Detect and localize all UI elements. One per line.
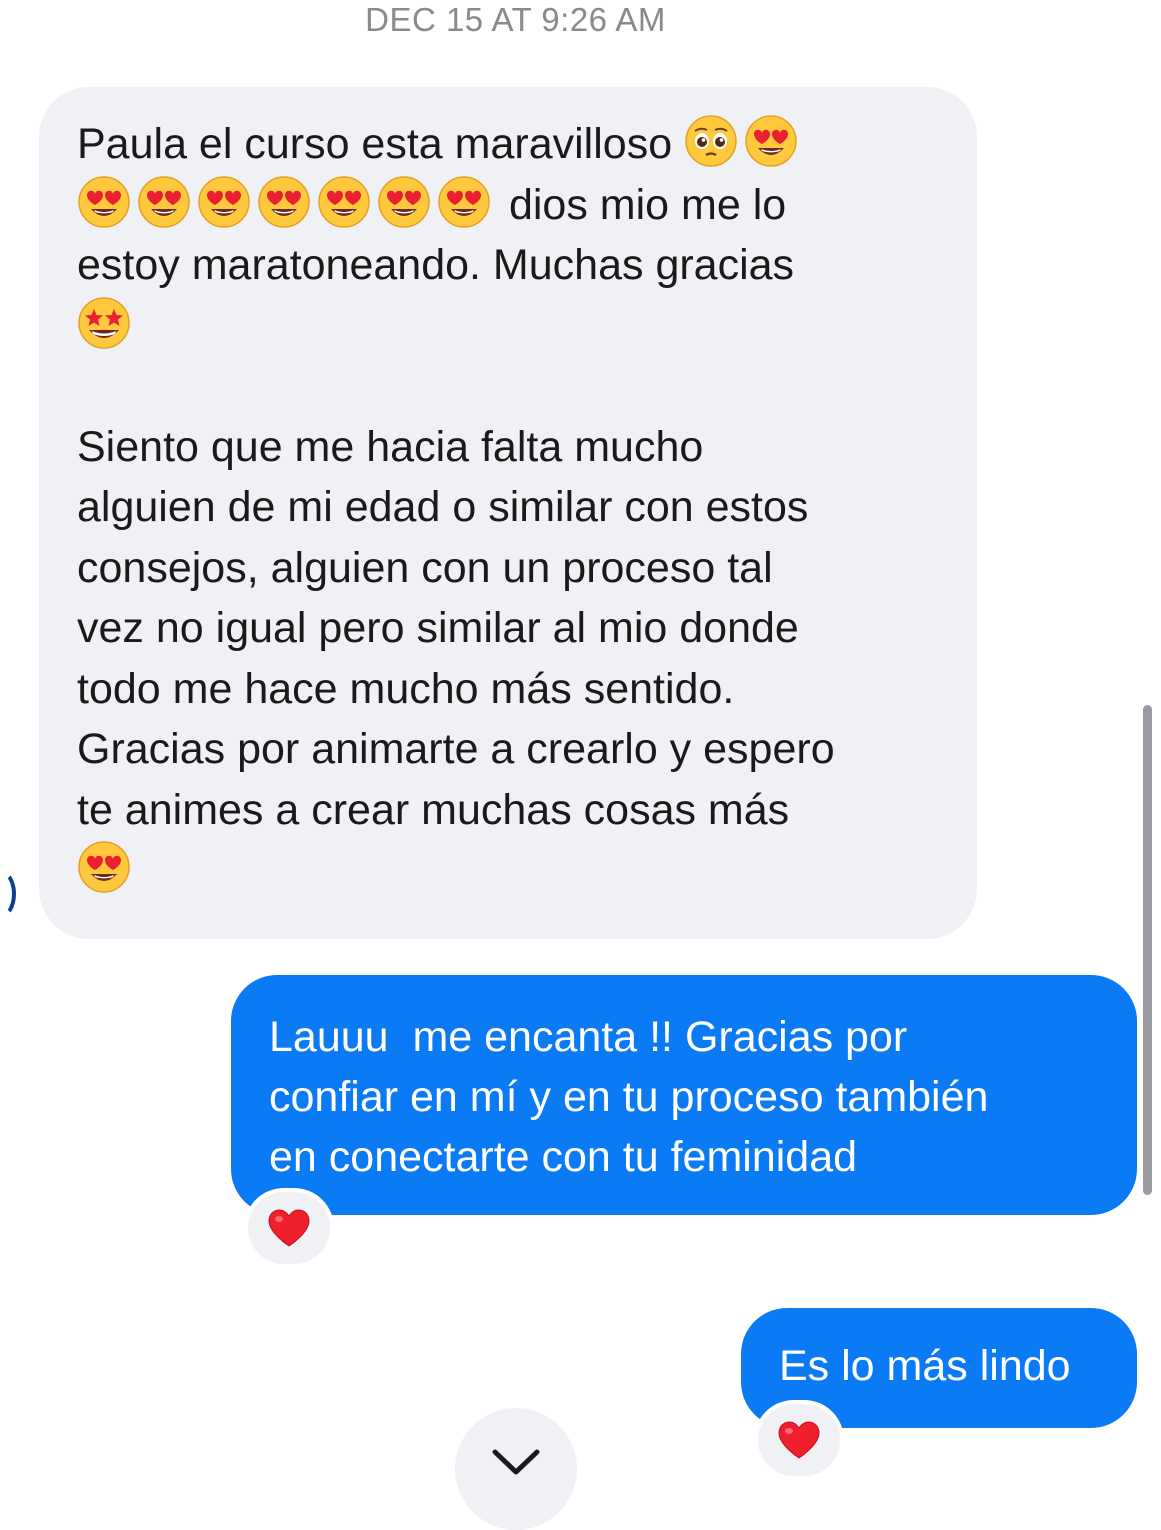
message-line-1: Paula el curso esta maravilloso <box>77 114 947 175</box>
outgoing-message-text: Es lo más lindo <box>779 1342 1071 1390</box>
heart-eyes-emoji <box>77 175 131 229</box>
heart-eyes-emoji <box>257 175 311 229</box>
heart-eyes-emoji <box>317 175 371 229</box>
chevron-down-icon <box>492 1449 540 1475</box>
message-timestamp: DEC 15 AT 9:26 AM <box>365 1 666 38</box>
pleading-face-emoji <box>684 114 738 168</box>
message-reaction[interactable] <box>754 1400 844 1480</box>
message-line-3: estoy maratoneando. Muchas gracias <box>77 241 795 289</box>
red-heart-icon <box>778 1421 820 1459</box>
message-line-2: dios mio me lo <box>77 175 947 236</box>
message-text: dios mio me lo <box>497 180 787 229</box>
outgoing-message-bubble[interactable]: Lauuu me encanta !! Gracias por confiar … <box>231 975 1137 1215</box>
scrollbar[interactable] <box>1143 705 1152 1195</box>
message-paragraph-2: Siento que me hacia falta mucho alguien … <box>77 422 835 834</box>
message-line-final <box>77 840 947 901</box>
heart-eyes-emoji <box>137 175 191 229</box>
heart-eyes-emoji <box>77 840 131 894</box>
red-heart-icon <box>268 1209 310 1247</box>
heart-eyes-emoji <box>197 175 251 229</box>
avatar-edge <box>0 870 16 918</box>
incoming-message-bubble[interactable]: Paula el curso esta maravilloso dios mio… <box>39 87 977 939</box>
scroll-to-bottom-button[interactable] <box>455 1408 577 1530</box>
star-struck-emoji <box>77 296 131 350</box>
message-line-4 <box>77 296 947 357</box>
heart-eyes-emoji <box>437 175 491 229</box>
heart-eyes-emoji <box>377 175 431 229</box>
message-reaction[interactable] <box>244 1188 334 1268</box>
message-text: Paula el curso esta maravilloso <box>77 120 685 168</box>
outgoing-message-text: Lauuu me encanta !! Gracias por confiar … <box>269 1013 989 1181</box>
heart-eyes-emoji <box>744 114 798 168</box>
